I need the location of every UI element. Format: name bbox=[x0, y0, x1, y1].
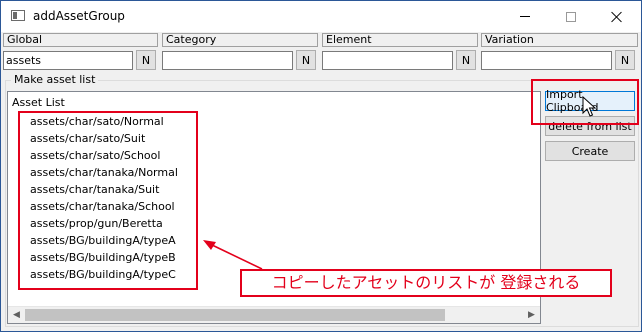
minimize-icon bbox=[520, 16, 530, 17]
window-title: addAssetGroup bbox=[33, 9, 125, 23]
horizontal-scrollbar[interactable]: ◀ ▶ bbox=[8, 306, 540, 323]
title-bar: addAssetGroup bbox=[1, 1, 641, 32]
asset-list-title: Asset List bbox=[12, 96, 65, 109]
group-label: Make asset list bbox=[11, 73, 99, 86]
category-n-button[interactable]: N bbox=[296, 50, 316, 70]
highlight-asset-list bbox=[18, 111, 198, 290]
mouse-pointer-icon bbox=[582, 96, 597, 117]
maximize-button[interactable] bbox=[548, 1, 594, 32]
scroll-left-icon[interactable]: ◀ bbox=[8, 307, 25, 323]
global-n-button[interactable]: N bbox=[136, 50, 156, 70]
minimize-button[interactable] bbox=[502, 1, 548, 32]
close-icon bbox=[611, 11, 623, 23]
variation-input[interactable] bbox=[481, 51, 612, 70]
window-icon bbox=[11, 10, 25, 21]
element-n-button[interactable]: N bbox=[456, 50, 476, 70]
element-header: Element bbox=[322, 33, 478, 47]
create-button[interactable]: Create bbox=[545, 141, 635, 161]
close-button[interactable] bbox=[594, 1, 640, 32]
global-input[interactable] bbox=[3, 51, 133, 70]
maximize-icon bbox=[566, 11, 576, 22]
scroll-thumb[interactable] bbox=[25, 309, 445, 321]
scroll-right-icon[interactable]: ▶ bbox=[523, 307, 540, 323]
annotation-text: コピーしたアセットのリストが 登録される bbox=[240, 269, 612, 297]
global-header: Global bbox=[3, 33, 158, 47]
category-header: Category bbox=[162, 33, 318, 47]
element-input[interactable] bbox=[322, 51, 453, 70]
variation-header: Variation bbox=[481, 33, 638, 47]
category-input[interactable] bbox=[162, 51, 293, 70]
variation-n-button[interactable]: N bbox=[615, 50, 635, 70]
